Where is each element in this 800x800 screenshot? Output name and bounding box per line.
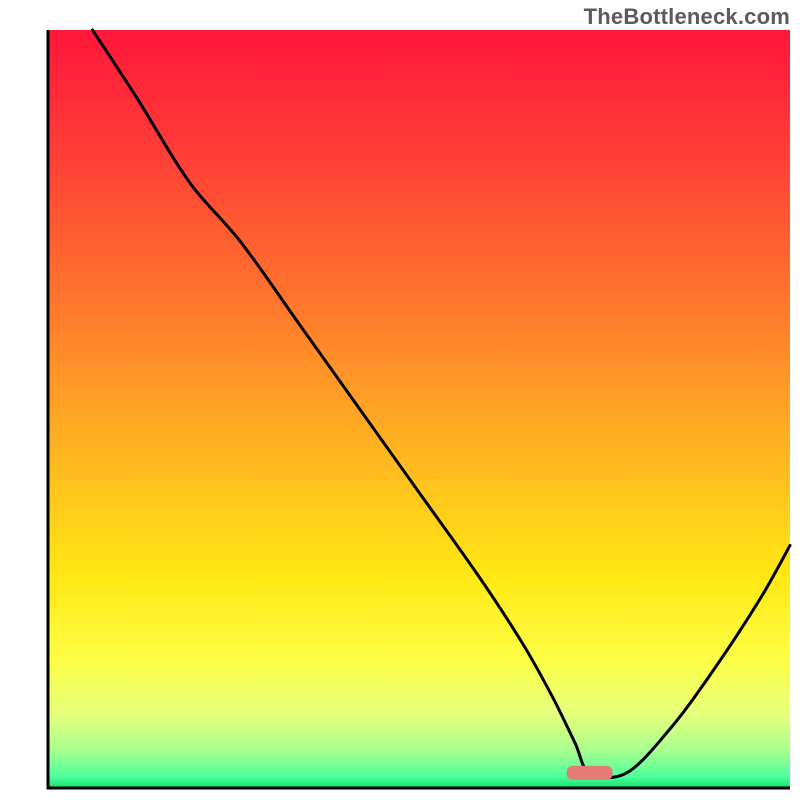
minimum-marker — [567, 766, 613, 780]
chart-stage: TheBottleneck.com — [0, 0, 800, 800]
bottleneck-chart — [0, 0, 800, 800]
plot-background — [48, 30, 790, 788]
